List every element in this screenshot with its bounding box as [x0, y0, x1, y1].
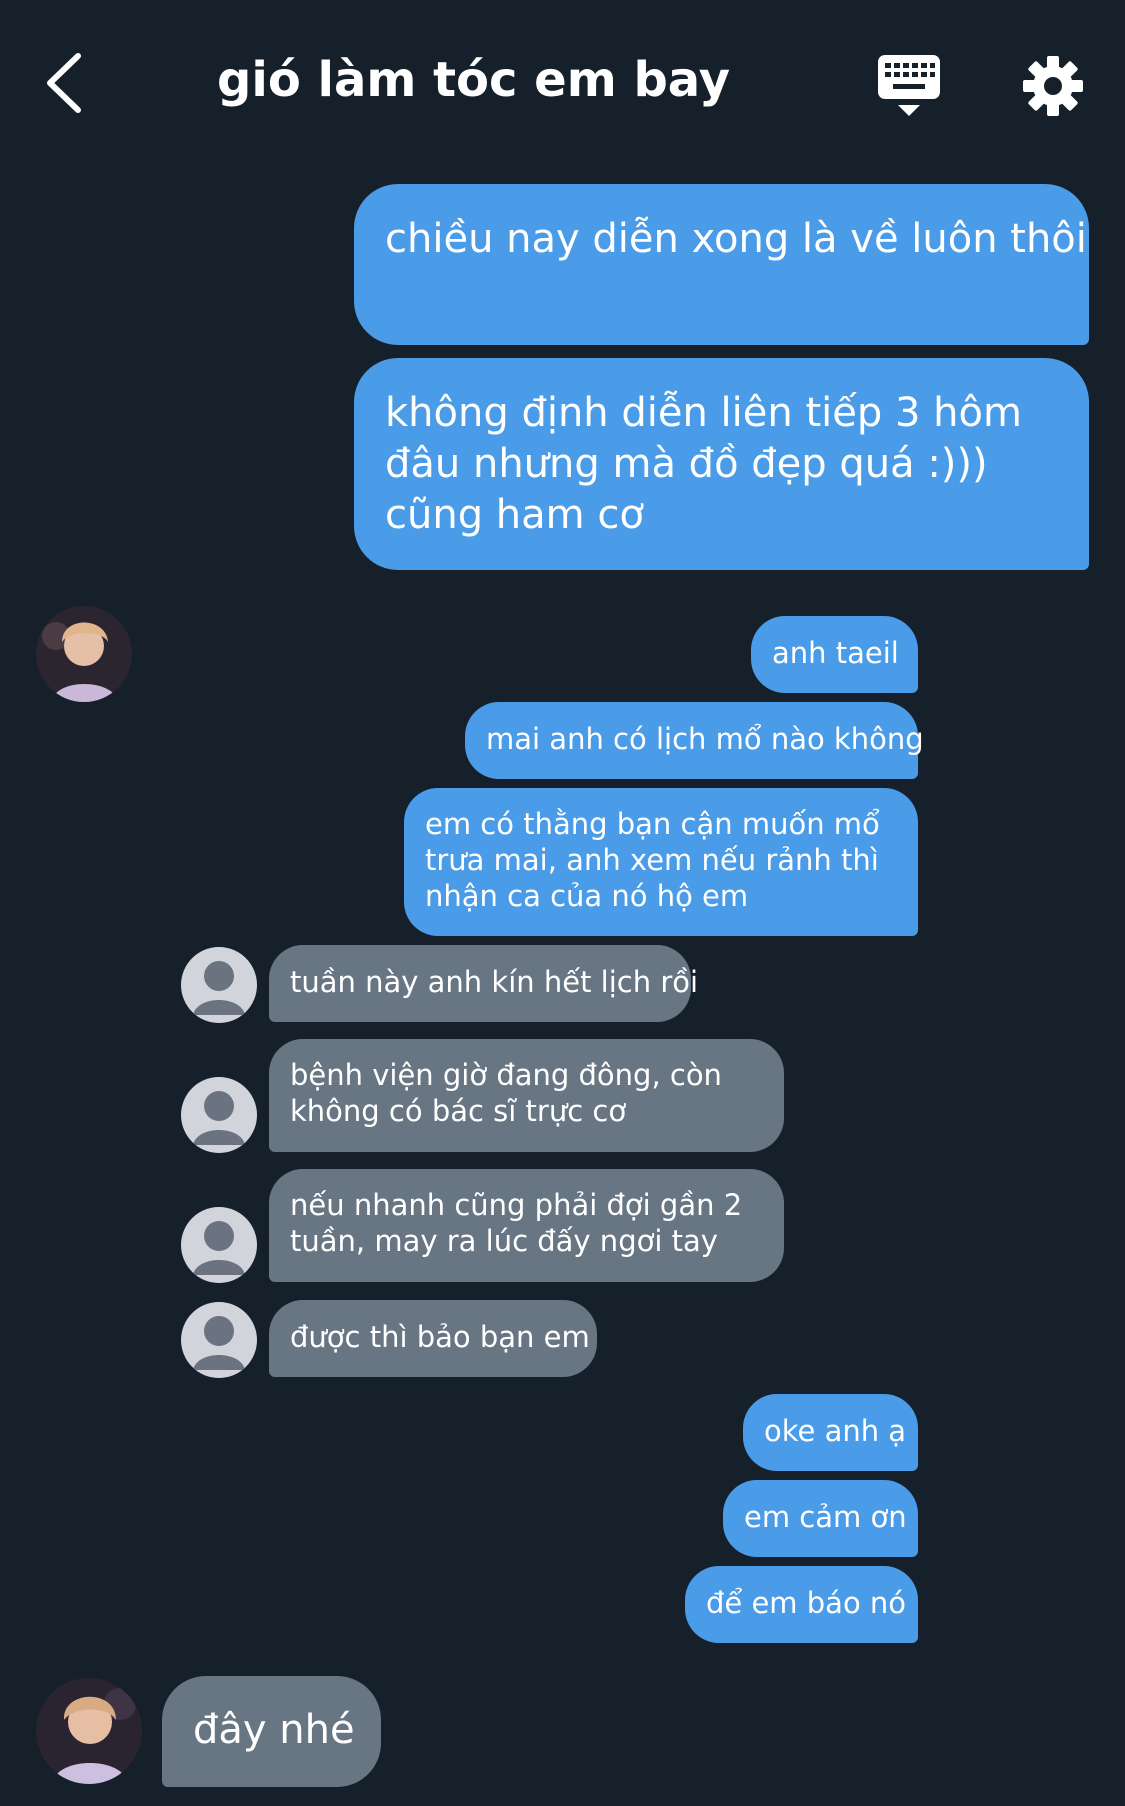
message-bubble-outgoing[interactable]: không định diễn liên tiếp 3 hôm đâu nhưn… [354, 358, 1089, 570]
keyboard-button[interactable] [876, 53, 942, 119]
chevron-left-icon [47, 53, 81, 113]
avatar[interactable] [36, 606, 132, 702]
message-bubble-incoming[interactable]: đây nhé [162, 1676, 381, 1787]
message-bubble-outgoing[interactable]: anh taeil [751, 616, 918, 693]
avatar-default[interactable] [181, 947, 257, 1023]
message-bubble-incoming[interactable]: bệnh viện giờ đang đông, còn không có bá… [269, 1039, 784, 1152]
message-bubble-incoming[interactable]: nếu nhanh cũng phải đợi gần 2 tuần, may … [269, 1169, 784, 1282]
user-icon [193, 961, 245, 1015]
user-icon [193, 1316, 245, 1370]
keyboard-hide-icon [878, 55, 940, 116]
avatar-default[interactable] [181, 1302, 257, 1378]
message-bubble-outgoing[interactable]: để em báo nó [685, 1566, 918, 1643]
avatar-default[interactable] [181, 1077, 257, 1153]
message-bubble-incoming[interactable]: tuần này anh kín hết lịch rồi [269, 945, 698, 1022]
profile-photo-image [36, 1678, 142, 1784]
settings-button[interactable] [1022, 55, 1084, 117]
message-bubble-incoming[interactable]: được thì bảo bạn em [269, 1300, 597, 1377]
page-title: gió làm tóc em bay [217, 52, 730, 108]
message-bubble-outgoing[interactable]: em có thằng bạn cận muốn mổ trưa mai, an… [404, 788, 918, 936]
profile-photo-image [36, 606, 132, 702]
message-bubble-outgoing[interactable]: mai anh có lịch mổ nào không [465, 702, 924, 779]
message-bubble-outgoing[interactable]: oke anh ạ [743, 1394, 918, 1471]
avatar-default[interactable] [181, 1207, 257, 1283]
gear-icon [1023, 56, 1083, 116]
user-icon [193, 1221, 245, 1275]
back-button[interactable] [40, 48, 90, 118]
user-icon [193, 1091, 245, 1145]
message-bubble-outgoing[interactable]: chiều nay diễn xong là về luôn thôi [354, 184, 1089, 345]
message-bubble-outgoing[interactable]: em cảm ơn [723, 1480, 918, 1557]
avatar[interactable] [36, 1678, 142, 1784]
